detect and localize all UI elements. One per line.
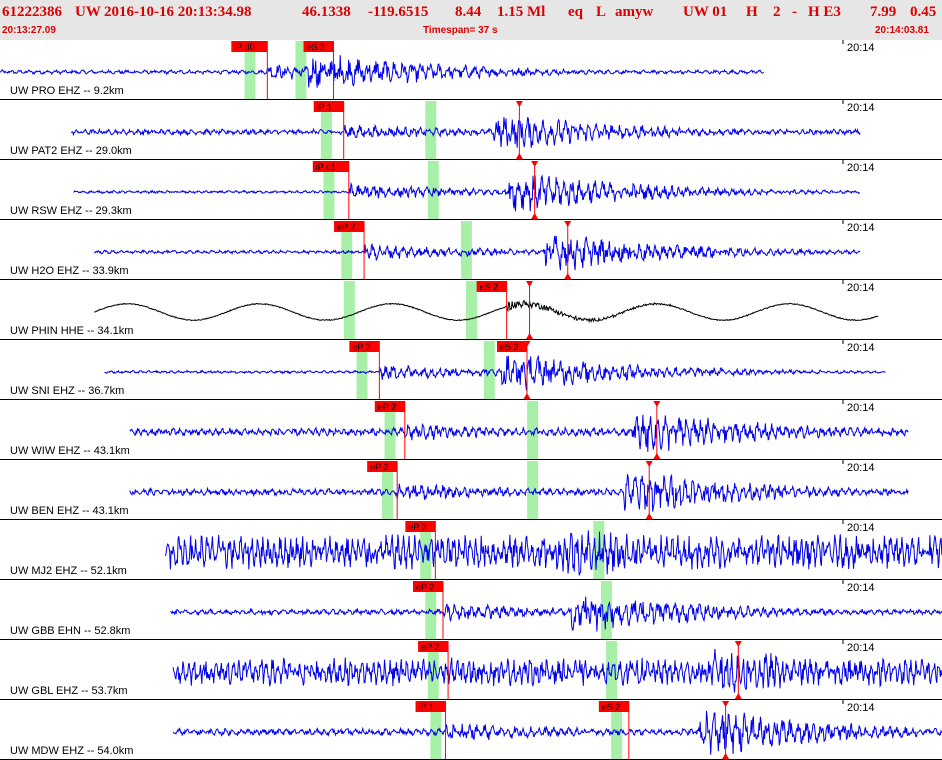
trace-panel: UW PRO EHZ -- 9.2km 20:14 UW PAT2 EHZ -- 2… xyxy=(0,40,942,760)
station-label: UW H2O EHZ -- 33.9km xyxy=(10,265,129,277)
waveform-trace xyxy=(93,235,861,271)
station-label: UW MDW EHZ -- 54.0km xyxy=(10,745,133,757)
pick-marker-bottom xyxy=(526,333,534,339)
pick-marker-top xyxy=(564,221,572,227)
analyst: amyw xyxy=(615,4,654,20)
quality-grade: H E3 xyxy=(808,4,841,20)
quality-n: 2 xyxy=(773,4,781,20)
pick-marker-bottom xyxy=(722,753,730,759)
pick-marker-bottom xyxy=(531,213,539,219)
event-summary-line: 61222386 UW 2016-10-16 20:13:34.98 46.13… xyxy=(0,2,942,24)
pick-marker-top xyxy=(526,281,534,287)
pick-marker-top xyxy=(531,161,539,167)
pick-marker-bottom xyxy=(645,513,653,519)
station-label: UW MJ2 EHZ -- 52.1km xyxy=(10,565,127,577)
station-label: UW SNI EHZ -- 36.7km xyxy=(10,385,124,397)
time-tick-label: 20:14 xyxy=(847,402,875,414)
time-tick-label: 20:14 xyxy=(847,162,875,174)
waveform-trace xyxy=(165,530,942,576)
event-id: 61222386 xyxy=(2,4,62,20)
station-label: UW GBB EHN -- 52.8km xyxy=(10,625,130,637)
pick-marker-bottom xyxy=(564,273,572,279)
time-tick-label: 20:14 xyxy=(847,522,875,534)
time-tick-label: 20:14 xyxy=(847,102,875,114)
timespan: Timespan= 37 s xyxy=(423,25,498,36)
magnitude: 1.15 Ml xyxy=(497,4,546,20)
pick-label: eP 2 xyxy=(378,402,396,412)
pick-marker-top xyxy=(734,641,742,647)
dash: - xyxy=(792,4,797,20)
station-label: UW PRO EHZ -- 9.2km xyxy=(10,85,124,97)
trace-rows: UW PRO EHZ -- 9.2km 20:14 UW PAT2 EHZ -- 2… xyxy=(0,40,942,760)
waveform-trace xyxy=(0,55,764,88)
time-tick-label: 20:14 xyxy=(847,222,875,234)
station-label: UW RSW EHZ -- 29.3km xyxy=(10,205,132,217)
analysis-window xyxy=(527,401,539,459)
pick-label: eP 2 xyxy=(408,522,426,532)
station-label: UW PAT2 EHZ -- 29.0km xyxy=(10,145,132,157)
analysis-window xyxy=(343,281,355,339)
origin-datetime: 2016-10-16 20:13:34.98 xyxy=(104,4,252,20)
pick-label: eS 2 xyxy=(480,282,499,292)
pick-label: iP d0 xyxy=(234,42,254,52)
waveform-trace xyxy=(94,299,879,324)
waveform-trace xyxy=(172,710,942,755)
pick-label: iP 1 xyxy=(317,102,332,112)
pick-marker-bottom xyxy=(523,393,531,399)
pick-label: iP 1 xyxy=(419,702,434,712)
waveform-trace xyxy=(129,473,909,512)
pick-label: eS 2 xyxy=(602,702,621,712)
waveform-trace xyxy=(172,648,942,693)
pick-label: eP 2 xyxy=(416,582,434,592)
time-tick-label: 20:14 xyxy=(847,462,875,474)
latitude: 46.1338 xyxy=(302,4,351,20)
analysis-window xyxy=(466,281,477,339)
origin-flag: L xyxy=(596,4,607,20)
station-label: UW PHIN HHE -- 34.1km xyxy=(10,325,133,337)
event-type: eq xyxy=(568,4,583,20)
pick-marker-top xyxy=(515,101,523,107)
pick-marker-top xyxy=(653,401,661,407)
time-tick-label: 20:14 xyxy=(847,42,875,54)
longitude: -119.6515 xyxy=(368,4,429,20)
station-label: UW BEN EHZ -- 43.1km xyxy=(10,505,129,517)
time-tick-label: 20:14 xyxy=(847,342,875,354)
waveform-trace xyxy=(129,414,909,452)
waveform-trace xyxy=(104,355,886,391)
pick-label: eP 2 xyxy=(421,642,439,652)
waveform-trace xyxy=(73,174,860,212)
waveform-trace xyxy=(170,596,942,632)
time-tick-label: 20:14 xyxy=(847,282,875,294)
pick-label: eP 2 xyxy=(337,222,355,232)
analysis-window xyxy=(460,221,472,279)
waveform-trace xyxy=(70,117,861,148)
pick-label: eP 2 xyxy=(352,342,370,352)
time-tick-label: 20:14 xyxy=(847,642,875,654)
quality-h: H xyxy=(746,4,758,20)
depth: 8.44 xyxy=(455,4,482,20)
pick-marker-bottom xyxy=(515,153,523,159)
pick-marker-top xyxy=(645,461,653,467)
window-start-time: 20:13:27.09 xyxy=(2,25,56,36)
time-tick-label: 20:14 xyxy=(847,582,875,594)
pick-label: iP c1 xyxy=(316,162,336,172)
pick-label: eP 2 xyxy=(370,462,388,472)
solution-source: UW 01 xyxy=(683,4,728,20)
pick-label: eS 2 xyxy=(307,42,326,52)
window-end-time: 20:14:03.81 xyxy=(875,25,929,36)
time-tick-label: 20:14 xyxy=(847,702,875,714)
rms: 7.99 xyxy=(870,4,897,20)
pick-marker-top xyxy=(722,701,730,707)
network-code: UW xyxy=(75,4,101,20)
station-label: UW GBL EHZ -- 53.7km xyxy=(10,685,128,697)
pick-marker-bottom xyxy=(653,453,661,459)
seismogram-viewer: 61222386 UW 2016-10-16 20:13:34.98 46.13… xyxy=(0,0,942,760)
pick-marker-bottom xyxy=(734,693,742,699)
station-label: UW WIW EHZ -- 43.1km xyxy=(10,445,130,457)
pick-label: eS 2 xyxy=(500,342,519,352)
error: 0.45 xyxy=(910,4,937,20)
